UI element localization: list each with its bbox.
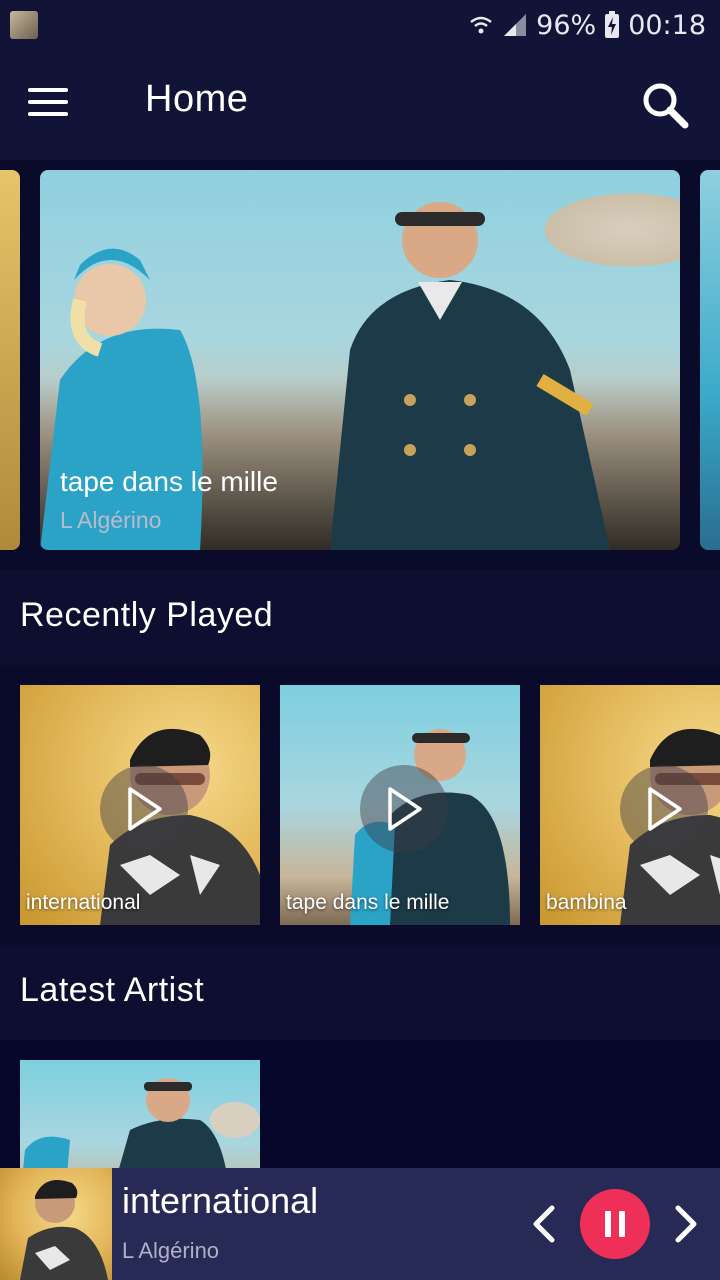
hamburger-menu-icon[interactable] — [28, 88, 68, 120]
battery-charging-icon — [605, 11, 620, 38]
carousel-slide-next[interactable] — [700, 170, 720, 550]
previous-track-icon[interactable] — [528, 1204, 560, 1244]
signal-icon — [504, 14, 527, 36]
featured-slide[interactable]: tape dans le mille L Algérino — [40, 170, 680, 550]
status-indicators: 96% 00:18 — [468, 8, 706, 42]
play-button[interactable] — [620, 765, 708, 853]
featured-artwork-secondary — [40, 248, 203, 550]
status-bar: 96% 00:18 — [0, 0, 720, 50]
play-icon — [648, 787, 682, 831]
recent-item-label: tape dans le mille — [286, 891, 450, 914]
wifi-icon — [470, 16, 492, 34]
recent-item-label: international — [26, 891, 141, 914]
now-playing-bar[interactable]: international L Algérino — [0, 1168, 720, 1280]
recently-played-list[interactable]: international tape dans le mille bambina — [0, 665, 720, 945]
play-button[interactable] — [100, 765, 188, 853]
search-icon[interactable] — [640, 80, 690, 130]
next-track-icon[interactable] — [670, 1204, 702, 1244]
clock: 00:18 — [628, 9, 706, 41]
pause-button[interactable] — [580, 1189, 650, 1259]
latest-artist-list[interactable] — [0, 1040, 720, 1180]
artist-card[interactable] — [20, 1060, 260, 1180]
latest-artist-heading: Latest Artist — [20, 971, 205, 1009]
featured-artwork — [330, 202, 610, 550]
recent-item[interactable]: bambina — [540, 685, 720, 925]
now-playing-artist: L Algérino — [122, 1238, 220, 1263]
notification-thumbnail-icon — [10, 11, 38, 39]
artist-artwork — [22, 1078, 260, 1180]
carousel-slide-previous[interactable] — [0, 170, 20, 550]
pause-icon — [605, 1211, 611, 1237]
page-title: Home — [145, 78, 249, 120]
battery-percent: 96% — [536, 9, 597, 41]
recently-played-header: Recently Played — [0, 570, 720, 665]
featured-title: tape dans le mille — [60, 466, 278, 497]
play-icon — [128, 787, 162, 831]
recent-item[interactable]: tape dans le mille — [280, 685, 520, 925]
featured-carousel[interactable]: tape dans le mille L Algérino — [0, 160, 720, 570]
app-bar: Home — [0, 50, 720, 160]
recent-item[interactable]: international — [20, 685, 260, 925]
play-button[interactable] — [360, 765, 448, 853]
recent-item-label: bambina — [546, 891, 627, 914]
featured-artist: L Algérino — [60, 507, 162, 533]
play-icon — [388, 787, 422, 831]
now-playing-title: international — [122, 1180, 319, 1221]
recently-played-heading: Recently Played — [20, 596, 274, 634]
latest-artist-header: Latest Artist — [0, 945, 720, 1040]
now-playing-artwork — [0, 1168, 112, 1280]
